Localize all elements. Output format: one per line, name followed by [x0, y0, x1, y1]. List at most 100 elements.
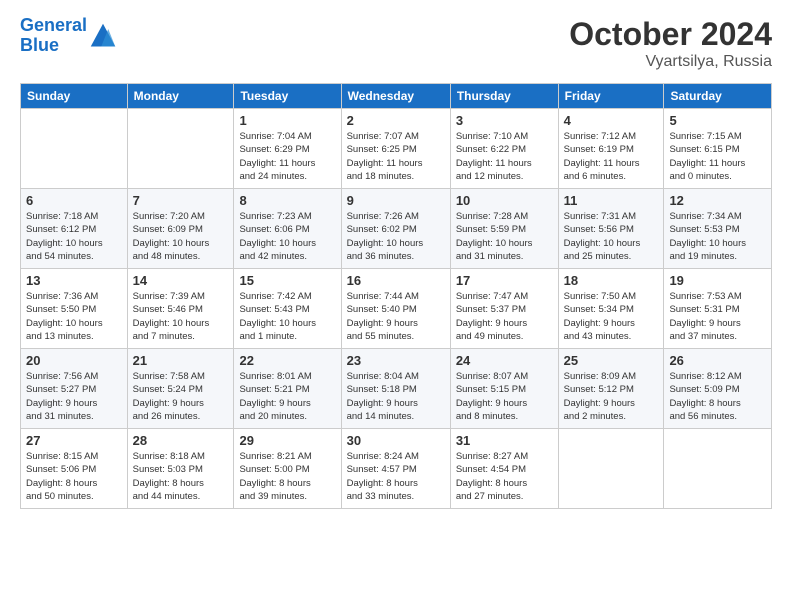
- day-number: 3: [456, 113, 553, 128]
- day-cell: 20 Sunrise: 7:56 AM Sunset: 5:27 PM Dayli…: [21, 349, 128, 429]
- day-number: 8: [239, 193, 335, 208]
- day-cell: 4Sunrise: 7:12 AM Sunset: 6:19 PM Daylig…: [558, 109, 664, 189]
- page: General Blue October 2024 Vyartsilya, Ru…: [0, 0, 792, 519]
- day-cell: 19 Sunrise: 7:53 AM Sunset: 5:31 PM Dayli…: [664, 269, 772, 349]
- day-cell: [21, 109, 128, 189]
- logo: General Blue: [20, 16, 117, 56]
- day-number: 21: [133, 353, 229, 368]
- day-cell: 12Sunrise: 7:34 AM Sunset: 5:53 PM Dayli…: [664, 189, 772, 269]
- day-number: 17: [456, 273, 553, 288]
- day-number: 7: [133, 193, 229, 208]
- day-info: Sunrise: 8:12 AM Sunset: 5:09 PM Dayligh…: [669, 370, 766, 423]
- day-info: Sunrise: 7:28 AM Sunset: 5:59 PM Dayligh…: [456, 210, 553, 263]
- weekday-tuesday: Tuesday: [234, 84, 341, 109]
- weekday-monday: Monday: [127, 84, 234, 109]
- day-number: 26: [669, 353, 766, 368]
- day-info: Sunrise: 8:09 AM Sunset: 5:12 PM Dayligh…: [564, 370, 659, 423]
- day-info: Sunrise: 7:56 AM Sunset: 5:27 PM Dayligh…: [26, 370, 122, 423]
- day-cell: 2 Sunrise: 7:07 AM Sunset: 6:25 PM Daylig…: [341, 109, 450, 189]
- day-info: Sunrise: 7:26 AM Sunset: 6:02 PM Dayligh…: [347, 210, 445, 263]
- day-cell: 7Sunrise: 7:20 AM Sunset: 6:09 PM Daylig…: [127, 189, 234, 269]
- location-title: Vyartsilya, Russia: [569, 53, 772, 71]
- day-number: 28: [133, 433, 229, 448]
- weekday-sunday: Sunday: [21, 84, 128, 109]
- day-cell: 17 Sunrise: 7:47 AM Sunset: 5:37 PM Dayli…: [450, 269, 558, 349]
- day-cell: [664, 429, 772, 509]
- day-cell: 27Sunrise: 8:15 AM Sunset: 5:06 PM Dayli…: [21, 429, 128, 509]
- day-number: 9: [347, 193, 445, 208]
- day-info: Sunrise: 7:23 AM Sunset: 6:06 PM Dayligh…: [239, 210, 335, 263]
- day-info: Sunrise: 8:24 AM Sunset: 4:57 PM Dayligh…: [347, 450, 445, 503]
- day-number: 27: [26, 433, 122, 448]
- day-info: Sunrise: 7:42 AM Sunset: 5:43 PM Dayligh…: [239, 290, 335, 343]
- day-info: Sunrise: 7:58 AM Sunset: 5:24 PM Dayligh…: [133, 370, 229, 423]
- week-row-3: 13Sunrise: 7:36 AM Sunset: 5:50 PM Dayli…: [21, 269, 772, 349]
- day-number: 15: [239, 273, 335, 288]
- day-number: 10: [456, 193, 553, 208]
- day-cell: 15 Sunrise: 7:42 AM Sunset: 5:43 PM Dayli…: [234, 269, 341, 349]
- day-info: Sunrise: 8:21 AM Sunset: 5:00 PM Dayligh…: [239, 450, 335, 503]
- day-info: Sunrise: 7:36 AM Sunset: 5:50 PM Dayligh…: [26, 290, 122, 343]
- weekday-header-row: SundayMondayTuesdayWednesdayThursdayFrid…: [21, 84, 772, 109]
- day-cell: 21 Sunrise: 7:58 AM Sunset: 5:24 PM Dayli…: [127, 349, 234, 429]
- header: General Blue October 2024 Vyartsilya, Ru…: [20, 16, 772, 71]
- day-cell: 24Sunrise: 8:07 AM Sunset: 5:15 PM Dayli…: [450, 349, 558, 429]
- calendar: SundayMondayTuesdayWednesdayThursdayFrid…: [20, 83, 772, 509]
- day-number: 1: [239, 113, 335, 128]
- day-cell: 5Sunrise: 7:15 AM Sunset: 6:15 PM Daylig…: [664, 109, 772, 189]
- weekday-thursday: Thursday: [450, 84, 558, 109]
- day-number: 6: [26, 193, 122, 208]
- day-cell: 18 Sunrise: 7:50 AM Sunset: 5:34 PM Dayli…: [558, 269, 664, 349]
- day-info: Sunrise: 8:01 AM Sunset: 5:21 PM Dayligh…: [239, 370, 335, 423]
- day-info: Sunrise: 7:53 AM Sunset: 5:31 PM Dayligh…: [669, 290, 766, 343]
- day-info: Sunrise: 7:44 AM Sunset: 5:40 PM Dayligh…: [347, 290, 445, 343]
- week-row-1: 1 Sunrise: 7:04 AM Sunset: 6:29 PM Daylig…: [21, 109, 772, 189]
- day-cell: 14 Sunrise: 7:39 AM Sunset: 5:46 PM Dayli…: [127, 269, 234, 349]
- day-number: 31: [456, 433, 553, 448]
- day-info: Sunrise: 7:50 AM Sunset: 5:34 PM Dayligh…: [564, 290, 659, 343]
- day-cell: 13Sunrise: 7:36 AM Sunset: 5:50 PM Dayli…: [21, 269, 128, 349]
- day-cell: 28 Sunrise: 8:18 AM Sunset: 5:03 PM Dayli…: [127, 429, 234, 509]
- day-number: 30: [347, 433, 445, 448]
- logo-icon: [89, 22, 117, 50]
- day-number: 19: [669, 273, 766, 288]
- day-cell: 31 Sunrise: 8:27 AM Sunset: 4:54 PM Dayli…: [450, 429, 558, 509]
- day-cell: 10 Sunrise: 7:28 AM Sunset: 5:59 PM Dayli…: [450, 189, 558, 269]
- day-cell: [558, 429, 664, 509]
- day-number: 12: [669, 193, 766, 208]
- day-info: Sunrise: 7:04 AM Sunset: 6:29 PM Dayligh…: [239, 130, 335, 183]
- day-number: 29: [239, 433, 335, 448]
- day-info: Sunrise: 7:15 AM Sunset: 6:15 PM Dayligh…: [669, 130, 766, 183]
- day-cell: 26 Sunrise: 8:12 AM Sunset: 5:09 PM Dayli…: [664, 349, 772, 429]
- day-info: Sunrise: 7:10 AM Sunset: 6:22 PM Dayligh…: [456, 130, 553, 183]
- weekday-friday: Friday: [558, 84, 664, 109]
- day-number: 16: [347, 273, 445, 288]
- day-number: 20: [26, 353, 122, 368]
- day-info: Sunrise: 8:27 AM Sunset: 4:54 PM Dayligh…: [456, 450, 553, 503]
- day-number: 22: [239, 353, 335, 368]
- day-cell: 11 Sunrise: 7:31 AM Sunset: 5:56 PM Dayli…: [558, 189, 664, 269]
- week-row-2: 6Sunrise: 7:18 AM Sunset: 6:12 PM Daylig…: [21, 189, 772, 269]
- day-info: Sunrise: 7:47 AM Sunset: 5:37 PM Dayligh…: [456, 290, 553, 343]
- logo-text: General Blue: [20, 16, 87, 56]
- day-number: 25: [564, 353, 659, 368]
- day-info: Sunrise: 7:31 AM Sunset: 5:56 PM Dayligh…: [564, 210, 659, 263]
- day-cell: 9 Sunrise: 7:26 AM Sunset: 6:02 PM Daylig…: [341, 189, 450, 269]
- day-number: 14: [133, 273, 229, 288]
- day-cell: 25 Sunrise: 8:09 AM Sunset: 5:12 PM Dayli…: [558, 349, 664, 429]
- day-number: 2: [347, 113, 445, 128]
- day-info: Sunrise: 7:07 AM Sunset: 6:25 PM Dayligh…: [347, 130, 445, 183]
- day-number: 18: [564, 273, 659, 288]
- day-cell: 3 Sunrise: 7:10 AM Sunset: 6:22 PM Daylig…: [450, 109, 558, 189]
- day-info: Sunrise: 7:39 AM Sunset: 5:46 PM Dayligh…: [133, 290, 229, 343]
- day-cell: 6Sunrise: 7:18 AM Sunset: 6:12 PM Daylig…: [21, 189, 128, 269]
- month-title: October 2024: [569, 16, 772, 53]
- day-info: Sunrise: 8:18 AM Sunset: 5:03 PM Dayligh…: [133, 450, 229, 503]
- weekday-wednesday: Wednesday: [341, 84, 450, 109]
- day-info: Sunrise: 8:07 AM Sunset: 5:15 PM Dayligh…: [456, 370, 553, 423]
- day-cell: 30 Sunrise: 8:24 AM Sunset: 4:57 PM Dayli…: [341, 429, 450, 509]
- day-cell: 16 Sunrise: 7:44 AM Sunset: 5:40 PM Dayli…: [341, 269, 450, 349]
- day-cell: 1 Sunrise: 7:04 AM Sunset: 6:29 PM Daylig…: [234, 109, 341, 189]
- day-number: 11: [564, 193, 659, 208]
- day-number: 4: [564, 113, 659, 128]
